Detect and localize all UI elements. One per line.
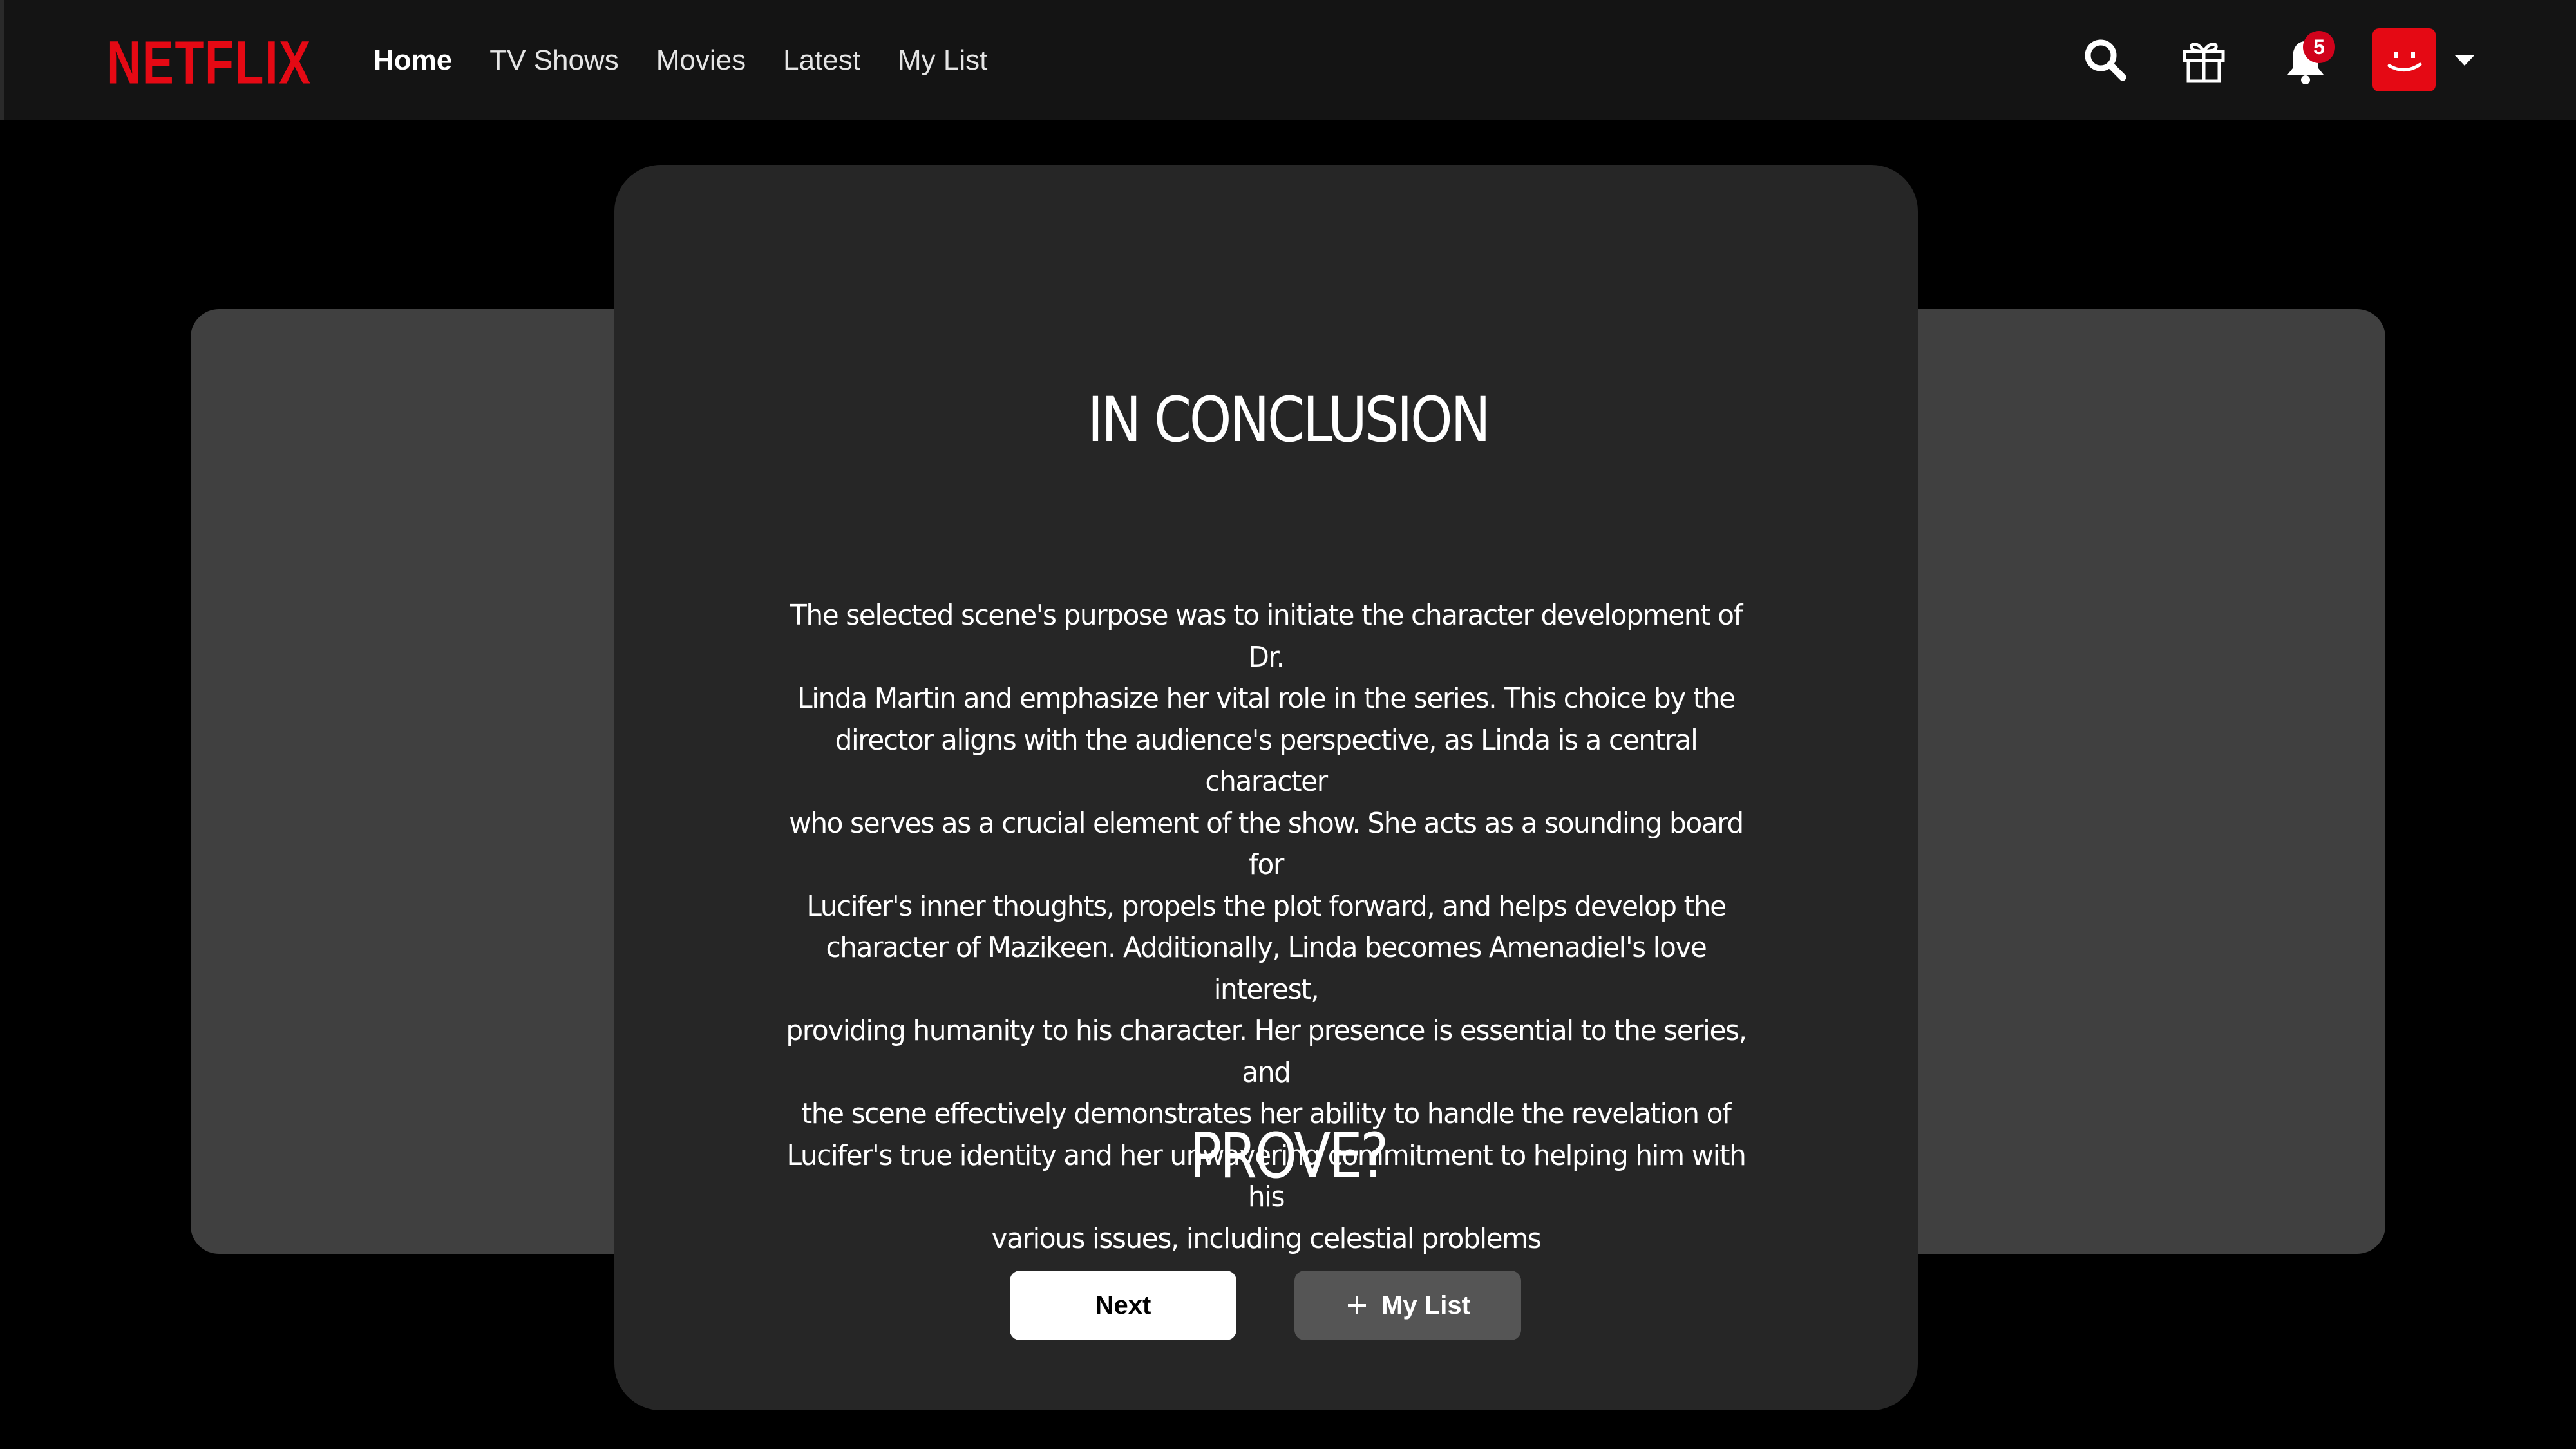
nav-link-movies[interactable]: Movies: [656, 41, 746, 80]
plus-icon: [1348, 1296, 1367, 1314]
body-line: providing humanity to his character. Her…: [786, 1014, 1747, 1089]
body-line: The selected scene's purpose was to init…: [790, 599, 1743, 674]
body-line: Lucifer's inner thoughts, propels the pl…: [806, 889, 1727, 923]
card-question: PROVE?: [1189, 1120, 1389, 1192]
body-line: who serves as a crucial element of the s…: [789, 806, 1744, 882]
body-line: Linda Martin and emphasize her vital rol…: [797, 682, 1736, 715]
card-title: IN CONCLUSION: [1087, 384, 1491, 456]
nav-link-tv-shows[interactable]: TV Shows: [489, 41, 619, 80]
body-line: character of Mazikeen. Additionally, Lin…: [826, 931, 1707, 1006]
smiley-face-icon: [2387, 52, 2422, 71]
body-line: various issues, including celestial prob…: [991, 1222, 1542, 1255]
gift-icon[interactable]: [2178, 35, 2230, 86]
add-to-my-list-button[interactable]: My List: [1294, 1271, 1521, 1340]
my-list-button-label: My List: [1381, 1291, 1470, 1320]
search-icon[interactable]: [2080, 35, 2132, 86]
next-button-label: Next: [1095, 1291, 1151, 1320]
next-button[interactable]: Next: [1010, 1271, 1236, 1340]
nav-link-latest[interactable]: Latest: [783, 41, 860, 80]
netflix-logo[interactable]: NETFLIX: [107, 32, 312, 93]
notification-count-badge: 5: [2303, 31, 2335, 63]
nav-link-my-list[interactable]: My List: [898, 41, 987, 80]
caret-down-icon[interactable]: [2455, 55, 2474, 66]
body-line: director aligns with the audience's pers…: [835, 723, 1698, 799]
primary-nav: Home TV Shows Movies Latest My List: [374, 41, 987, 80]
nav-link-home[interactable]: Home: [374, 41, 452, 80]
profile-avatar[interactable]: [2372, 28, 2436, 91]
